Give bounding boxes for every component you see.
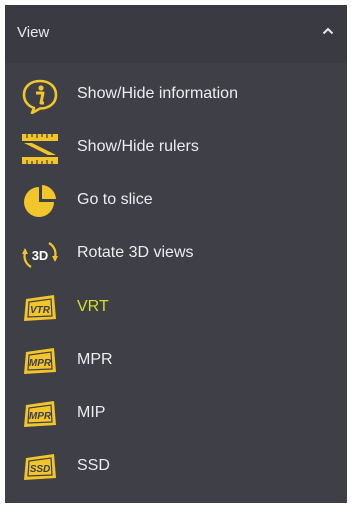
collapse-button[interactable] xyxy=(315,19,341,45)
menu-item-mip[interactable]: MPR MIP xyxy=(5,390,347,440)
panel-header[interactable]: View xyxy=(5,5,347,63)
vrt-icon: VTR xyxy=(20,291,60,327)
pie-slice-icon xyxy=(20,184,60,220)
menu-item-go-to-slice[interactable]: Go to slice xyxy=(5,177,347,227)
mip-icon: MPR xyxy=(20,397,60,433)
svg-text:MPR: MPR xyxy=(29,358,52,369)
svg-text:VTR: VTR xyxy=(30,305,51,316)
menu-item-mpr[interactable]: MPR MPR xyxy=(5,337,347,387)
menu-item-label: Show/Hide information xyxy=(77,85,238,102)
info-icon xyxy=(20,78,60,115)
menu-item-rotate-3d-views[interactable]: 3D Rotate 3D views xyxy=(5,230,347,280)
menu-item-label: MPR xyxy=(77,351,113,368)
menu-item-label: Go to slice xyxy=(77,191,153,208)
panel-title: View xyxy=(17,24,50,41)
rulers-icon xyxy=(20,131,60,167)
menu-item-label: Rotate 3D views xyxy=(77,244,194,261)
rotate-3d-icon: 3D xyxy=(20,237,60,273)
menu-item-label: MIP xyxy=(77,404,106,421)
svg-text:SSD: SSD xyxy=(30,464,51,475)
menu-item-label: Show/Hide rulers xyxy=(77,138,199,155)
menu-item-label: VRT xyxy=(77,298,109,315)
ssd-icon: SSD xyxy=(20,450,60,486)
menu-item-label: SSD xyxy=(77,457,110,474)
menu-item-vrt[interactable]: VTR VRT xyxy=(5,284,347,334)
view-panel: View Show/Hide information Show/Hide rul… xyxy=(5,5,347,503)
svg-text:MPR: MPR xyxy=(29,411,52,422)
chevron-up-icon xyxy=(322,27,334,35)
menu-item-ssd[interactable]: SSD SSD xyxy=(5,443,347,493)
menu-item-show-hide-information[interactable]: Show/Hide information xyxy=(5,71,347,121)
menu-item-show-hide-rulers[interactable]: Show/Hide rulers xyxy=(5,124,347,174)
svg-text:3D: 3D xyxy=(32,248,49,263)
mpr-icon: MPR xyxy=(20,344,60,380)
